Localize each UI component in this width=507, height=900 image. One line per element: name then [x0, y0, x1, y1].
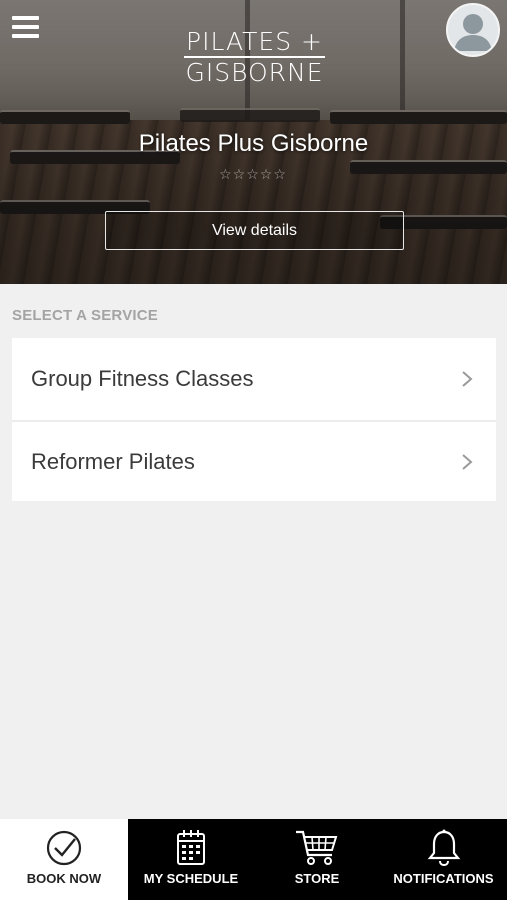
nav-label: BOOK NOW	[26, 871, 102, 886]
nav-label: MY SCHEDULE	[143, 871, 239, 886]
select-service-heading: SELECT A SERVICE	[12, 307, 159, 324]
service-list: Group Fitness Classes Reformer Pilates	[12, 338, 496, 501]
logo-divider	[184, 56, 325, 58]
star-rating: ☆☆☆☆☆	[219, 167, 287, 183]
nav-notifications[interactable]: NOTIFICATIONS	[380, 819, 507, 900]
view-details-button[interactable]: View details	[105, 211, 404, 250]
service-item-reformer-pilates[interactable]: Reformer Pilates	[12, 420, 496, 501]
nav-my-schedule[interactable]: MY SCHEDULE	[128, 819, 254, 900]
chevron-right-icon	[462, 371, 473, 387]
check-circle-icon	[46, 830, 82, 866]
bottom-navigation: BOOK NOW MY SCHEDULE STORE NOTIFICATIONS	[0, 819, 507, 900]
service-item-label: Reformer Pilates	[31, 448, 195, 474]
logo-line-2: GISBORNE	[185, 58, 324, 87]
user-avatar-icon	[454, 14, 492, 51]
hamburger-menu-icon	[12, 34, 39, 38]
hamburger-menu-icon	[12, 25, 39, 29]
bell-icon	[427, 829, 460, 867]
nav-label: NOTIFICATIONS	[393, 871, 494, 886]
cart-icon	[296, 830, 338, 865]
studio-hero-banner: PILATES + GISBORNE Pilates Plus Gisborne…	[0, 0, 507, 284]
service-item-group-fitness-classes[interactable]: Group Fitness Classes	[12, 338, 496, 420]
studio-logo: PILATES + GISBORNE	[172, 28, 337, 88]
studio-name: Pilates Plus Gisborne	[138, 130, 369, 157]
nav-label: STORE	[294, 871, 340, 886]
nav-book-now[interactable]: BOOK NOW	[0, 819, 128, 900]
nav-store[interactable]: STORE	[254, 819, 380, 900]
chevron-right-icon	[462, 453, 473, 470]
calendar-icon	[177, 830, 205, 865]
logo-line-1: PILATES +	[186, 27, 323, 56]
profile-avatar-button[interactable]	[446, 3, 500, 57]
menu-button[interactable]	[12, 14, 40, 40]
service-item-label: Group Fitness Classes	[31, 366, 254, 391]
hamburger-menu-icon	[12, 16, 39, 20]
